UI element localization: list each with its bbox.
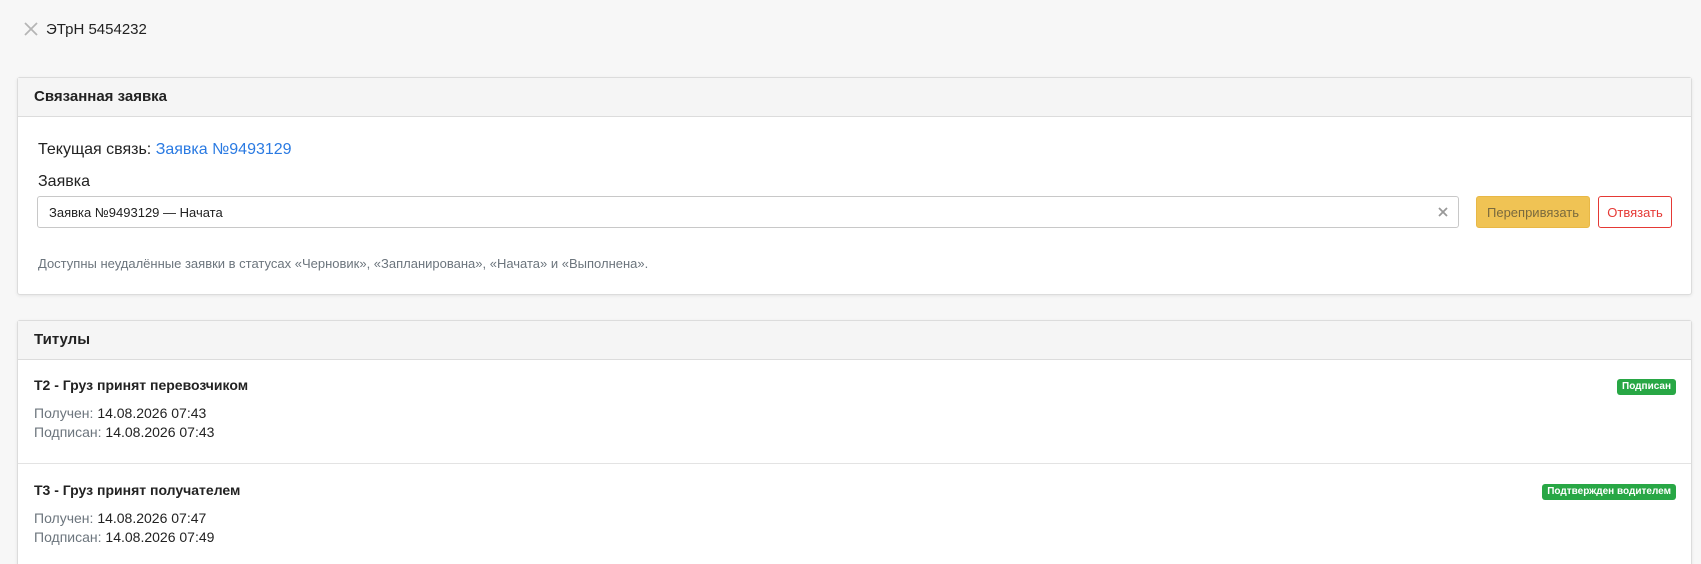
status-badge: Подписан: [1617, 379, 1676, 395]
received-value: 14.08.2026 07:43: [97, 405, 207, 421]
received-label: Получен:: [34, 510, 94, 526]
current-link-label: Текущая связь:: [38, 141, 152, 158]
title-item-signed: Подписан: 14.08.2026 07:43: [34, 424, 214, 440]
current-link: Текущая связь: Заявка №9493129: [38, 141, 292, 159]
title-item: Т3 - Груз принят получателем Подтвержден…: [18, 464, 1691, 564]
title-item-name: Т3 - Груз принят получателем: [34, 482, 241, 498]
titles-card: Титулы Т2 - Груз принят перевозчиком Под…: [17, 320, 1692, 564]
signed-value: 14.08.2026 07:49: [105, 529, 215, 545]
linked-request-card-title: Связанная заявка: [18, 78, 1691, 117]
title-item: Т2 - Груз принят перевозчиком Подписан П…: [18, 359, 1691, 464]
title-item-received: Получен: 14.08.2026 07:47: [34, 510, 206, 526]
linked-request-card: Связанная заявка Текущая связь: Заявка №…: [17, 77, 1692, 295]
current-link-value[interactable]: Заявка №9493129: [156, 141, 292, 158]
titles-card-title: Титулы: [18, 321, 1691, 360]
rebind-button[interactable]: Перепривязать: [1476, 196, 1590, 228]
status-badge: Подтвержден водителем: [1542, 484, 1676, 500]
signed-value: 14.08.2026 07:43: [105, 424, 215, 440]
request-select[interactable]: Заявка №9493129 — Начата: [37, 196, 1459, 228]
page: ЭТрН 5454232 Связанная заявка Текущая св…: [0, 0, 1701, 564]
request-hint: Доступны неудалённые заявки в статусах «…: [38, 256, 649, 271]
unbind-button[interactable]: Отвязать: [1598, 196, 1672, 228]
request-select-value: Заявка №9493129 — Начата: [49, 204, 223, 220]
signed-label: Подписан:: [34, 424, 102, 440]
page-header: ЭТрН 5454232: [22, 20, 147, 38]
close-icon[interactable]: [22, 20, 40, 38]
request-field-label: Заявка: [38, 173, 90, 190]
title-item-signed: Подписан: 14.08.2026 07:49: [34, 529, 214, 545]
signed-label: Подписан:: [34, 529, 102, 545]
page-title: ЭТрН 5454232: [46, 20, 147, 38]
title-item-name: Т2 - Груз принят перевозчиком: [34, 377, 249, 393]
clear-icon[interactable]: [1436, 205, 1450, 219]
received-label: Получен:: [34, 405, 94, 421]
title-item-received: Получен: 14.08.2026 07:43: [34, 405, 206, 421]
received-value: 14.08.2026 07:47: [97, 510, 207, 526]
